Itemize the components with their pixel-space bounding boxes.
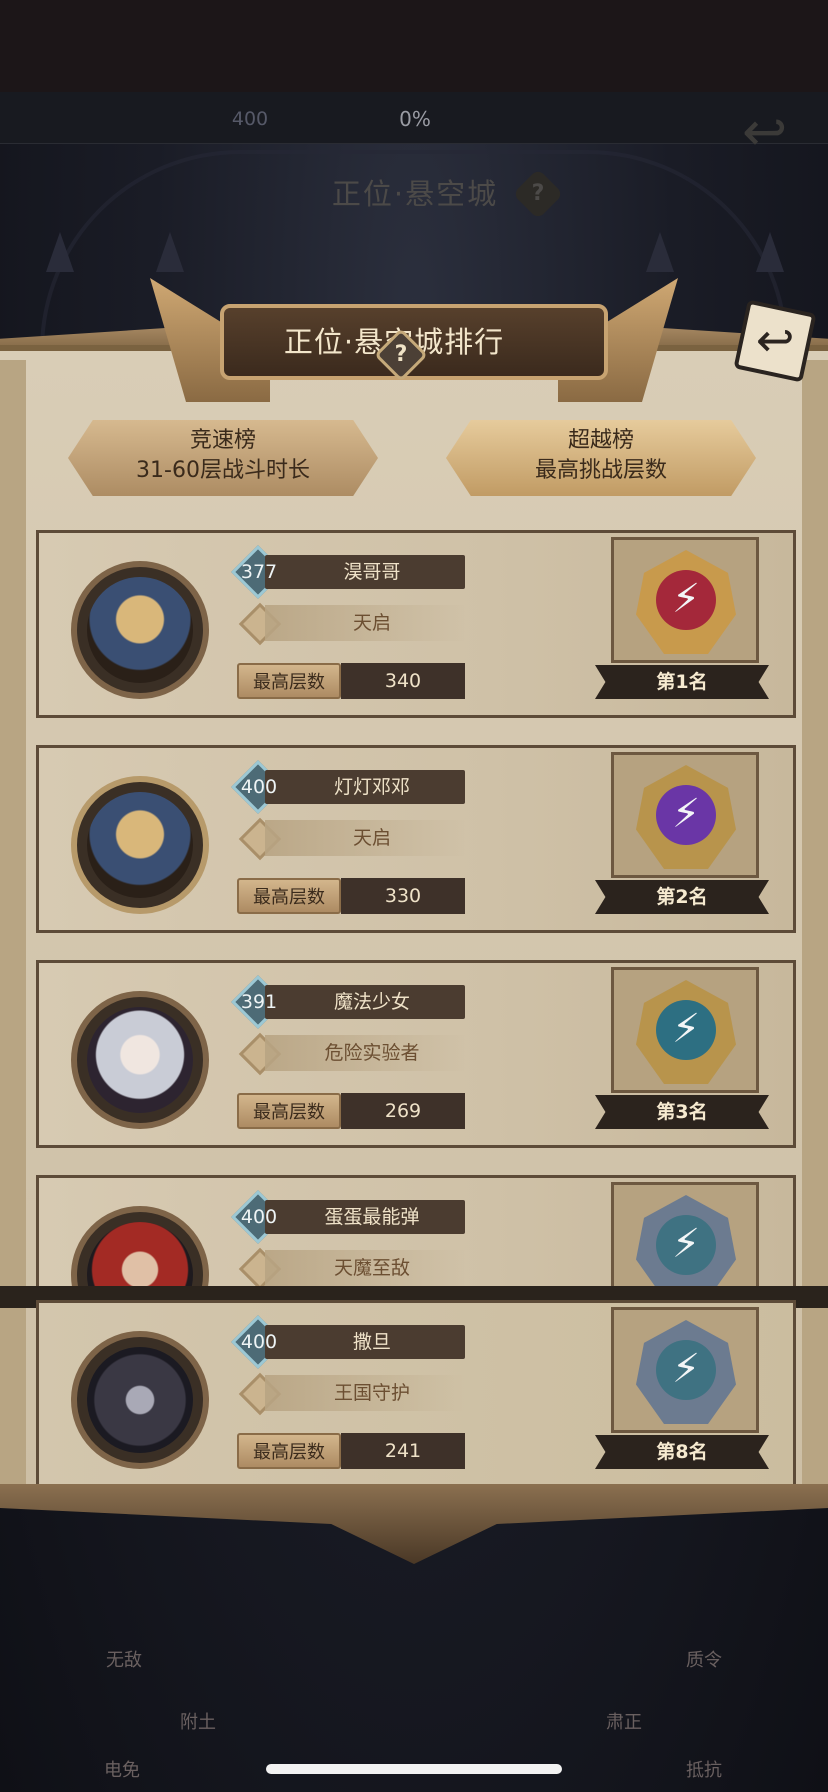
floor-label: 最高层数 [237,878,341,914]
rank-label: 第1名 [595,665,769,699]
player-title: 危险实验者 [265,1035,465,1071]
tab-speed-ranking[interactable]: 竞速榜 31-60层战斗时长 [68,420,378,496]
back-arrow-icon: ↩ [755,313,795,368]
avatar-frame [71,776,209,914]
rank-gem-icon: ⚡ [636,765,736,869]
player-title: 天魔至敌 [265,1250,465,1286]
rank-gem-icon: ⚡ [636,1320,736,1424]
background-spike [156,232,184,272]
ranking-row[interactable]: 蛋蛋最能弹 400 天魔至敌 ⚡ [36,1175,796,1287]
rank-badge-frame: ⚡ [611,1307,759,1433]
skill-label: 肃正 [606,1712,642,1733]
floor-value: 340 [341,663,465,699]
rank-badge-frame: ⚡ [611,1182,759,1287]
avatar-frame [71,561,209,699]
player-level: 400 [240,776,278,798]
player-level: 400 [240,1331,278,1353]
top-strip [0,0,828,92]
floor-value: 330 [341,878,465,914]
player-name: 蛋蛋最能弹 [265,1200,465,1234]
player-title: 王国守护 [265,1375,465,1411]
tab-title: 超越榜 [567,428,634,453]
avatar-frame [71,991,209,1129]
panel-left-edge [0,360,26,1500]
ranking-row[interactable]: 淏哥哥 377 天启 最高层数 340 ⚡ 第1名 [36,530,796,718]
avatar-frame [71,1331,209,1469]
avatar [87,1007,193,1113]
skill-label: 电免 [104,1760,140,1781]
background-spike [756,232,784,272]
background-back-icon: ↩ [742,100,788,163]
background-spike [646,232,674,272]
player-level: 391 [240,991,278,1013]
tab-subtitle: 31-60层战斗时长 [136,458,310,483]
rank-gem-icon: ⚡ [636,550,736,654]
ranking-row[interactable]: 灯灯邓邓 400 天启 最高层数 330 ⚡ 第2名 [36,745,796,933]
player-name: 灯灯邓邓 [265,770,465,804]
panel-right-edge [802,360,828,1500]
background-spike [46,232,74,272]
floor-label: 最高层数 [237,1093,341,1129]
rank-gem-icon: ⚡ [636,1195,736,1287]
skill-label: 抵抗 [686,1760,722,1781]
my-ranking-row[interactable]: 撒旦 400 王国守护 最高层数 241 ⚡ 第8名 [36,1300,796,1488]
rank-badge-frame: ⚡ [611,537,759,663]
rank-gem-icon: ⚡ [636,980,736,1084]
rank-badge-frame: ⚡ [611,967,759,1093]
player-name: 撒旦 [265,1325,465,1359]
player-name: 魔法少女 [265,985,465,1019]
help-icon: ? [394,342,408,367]
floor-label: 最高层数 [237,1433,341,1469]
skill-label: 无敌 [106,1650,142,1671]
player-title: 天启 [265,820,465,856]
skill-label: 附土 [180,1712,216,1733]
avatar [87,1347,193,1453]
back-button[interactable]: ↩ [733,299,817,383]
ranking-row[interactable]: 魔法少女 391 危险实验者 最高层数 269 ⚡ 第3名 [36,960,796,1148]
rank-badge-frame: ⚡ [611,752,759,878]
floor-value: 269 [341,1093,465,1129]
tab-exceed-ranking[interactable]: 超越榜 最高挑战层数 [446,420,756,496]
avatar [87,1222,193,1287]
player-level: 400 [240,1206,278,1228]
rank-label: 第3名 [595,1095,769,1129]
floor-value: 241 [341,1433,465,1469]
tab-subtitle: 最高挑战层数 [534,458,667,483]
background-progress-text: 0% [399,107,431,131]
home-indicator[interactable] [266,1764,562,1774]
rank-label: 第2名 [595,880,769,914]
avatar [87,577,193,683]
player-level: 377 [240,561,278,583]
player-title: 天启 [265,605,465,641]
player-name: 淏哥哥 [265,555,465,589]
rank-label: 第8名 [595,1435,769,1469]
tab-title: 竞速榜 [189,428,256,453]
skill-label: 质令 [686,1650,722,1671]
avatar [87,792,193,898]
avatar-frame [71,1206,209,1287]
floor-label: 最高层数 [237,663,341,699]
background-title: 正位·悬空城 [331,177,499,211]
background-help-icon: ? [512,168,564,220]
background-level-badge: 400 [231,108,269,130]
